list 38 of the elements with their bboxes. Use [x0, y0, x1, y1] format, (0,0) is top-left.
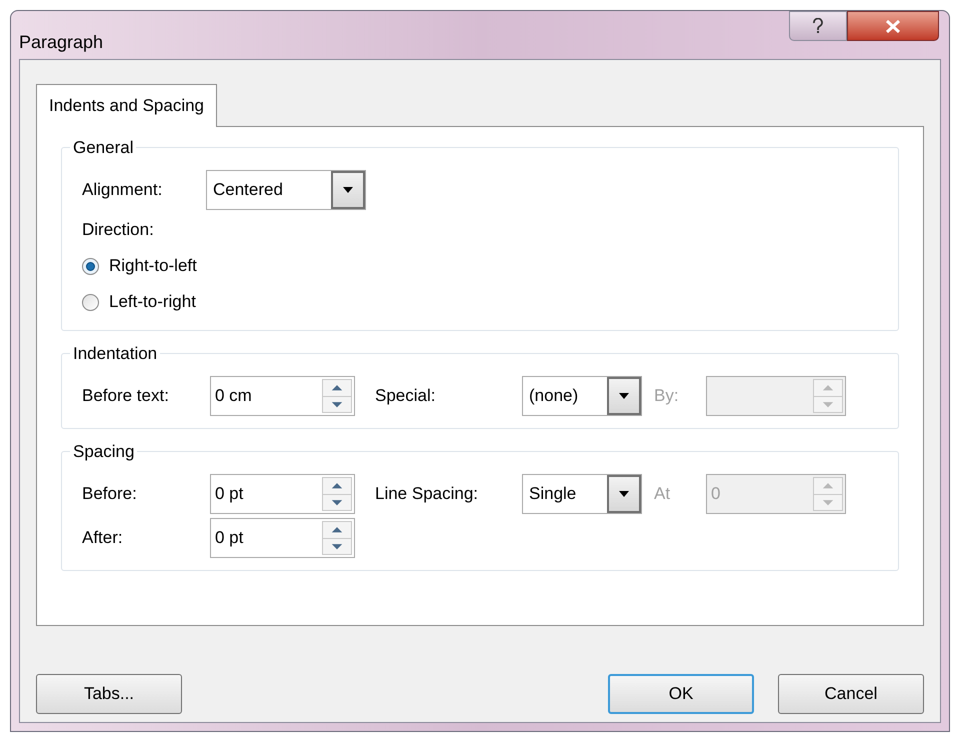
spin-field[interactable]: 0 pt	[210, 518, 355, 558]
spin-arrows-icon[interactable]	[322, 379, 352, 413]
spin-arrows-icon[interactable]	[322, 521, 352, 555]
dialog-button[interactable]: OK	[608, 674, 754, 714]
tab[interactable]: Indents and Spacing	[36, 84, 218, 127]
field-label: Before:	[82, 483, 138, 506]
field-label: Before text:	[82, 385, 170, 408]
field-label: By:	[654, 385, 680, 408]
field-label: At	[654, 483, 672, 506]
spin-arrows-icon[interactable]	[322, 477, 352, 511]
direction-label: Direction:	[82, 219, 154, 242]
dialog-button[interactable]: Tabs...	[36, 674, 182, 714]
help-button[interactable]	[789, 11, 847, 41]
dropdown[interactable]: Centered	[206, 170, 366, 210]
radio-icon[interactable]	[82, 294, 99, 310]
radio-option[interactable]: Left-to-right	[82, 289, 196, 315]
spin-field[interactable]: 0 cm	[210, 376, 355, 416]
radio-option[interactable]: Right-to-left	[82, 253, 197, 279]
close-button[interactable]	[847, 11, 939, 41]
field-label: Special:	[375, 385, 436, 408]
spin-field[interactable]	[706, 376, 846, 416]
dropdown-button[interactable]	[331, 171, 365, 209]
close-icon	[885, 20, 901, 32]
field-label: After:	[82, 527, 124, 550]
dropdown-arrow-icon	[619, 393, 629, 399]
dialog-button[interactable]: Cancel	[778, 674, 924, 714]
dropdown-arrow-icon	[619, 491, 629, 497]
dropdown-arrow-icon	[343, 187, 353, 193]
radio-icon[interactable]	[82, 258, 99, 274]
dropdown-button[interactable]	[607, 377, 641, 415]
dropdown[interactable]: Single	[522, 474, 642, 514]
dropdown[interactable]: (none)	[522, 376, 642, 416]
window-title: Paragraph	[19, 31, 104, 54]
help-icon	[812, 18, 824, 34]
spin-field[interactable]: 0 pt	[210, 474, 355, 514]
field-label: Alignment:	[82, 179, 164, 202]
dropdown-button[interactable]	[607, 475, 641, 513]
field-label: Line Spacing:	[375, 483, 480, 506]
